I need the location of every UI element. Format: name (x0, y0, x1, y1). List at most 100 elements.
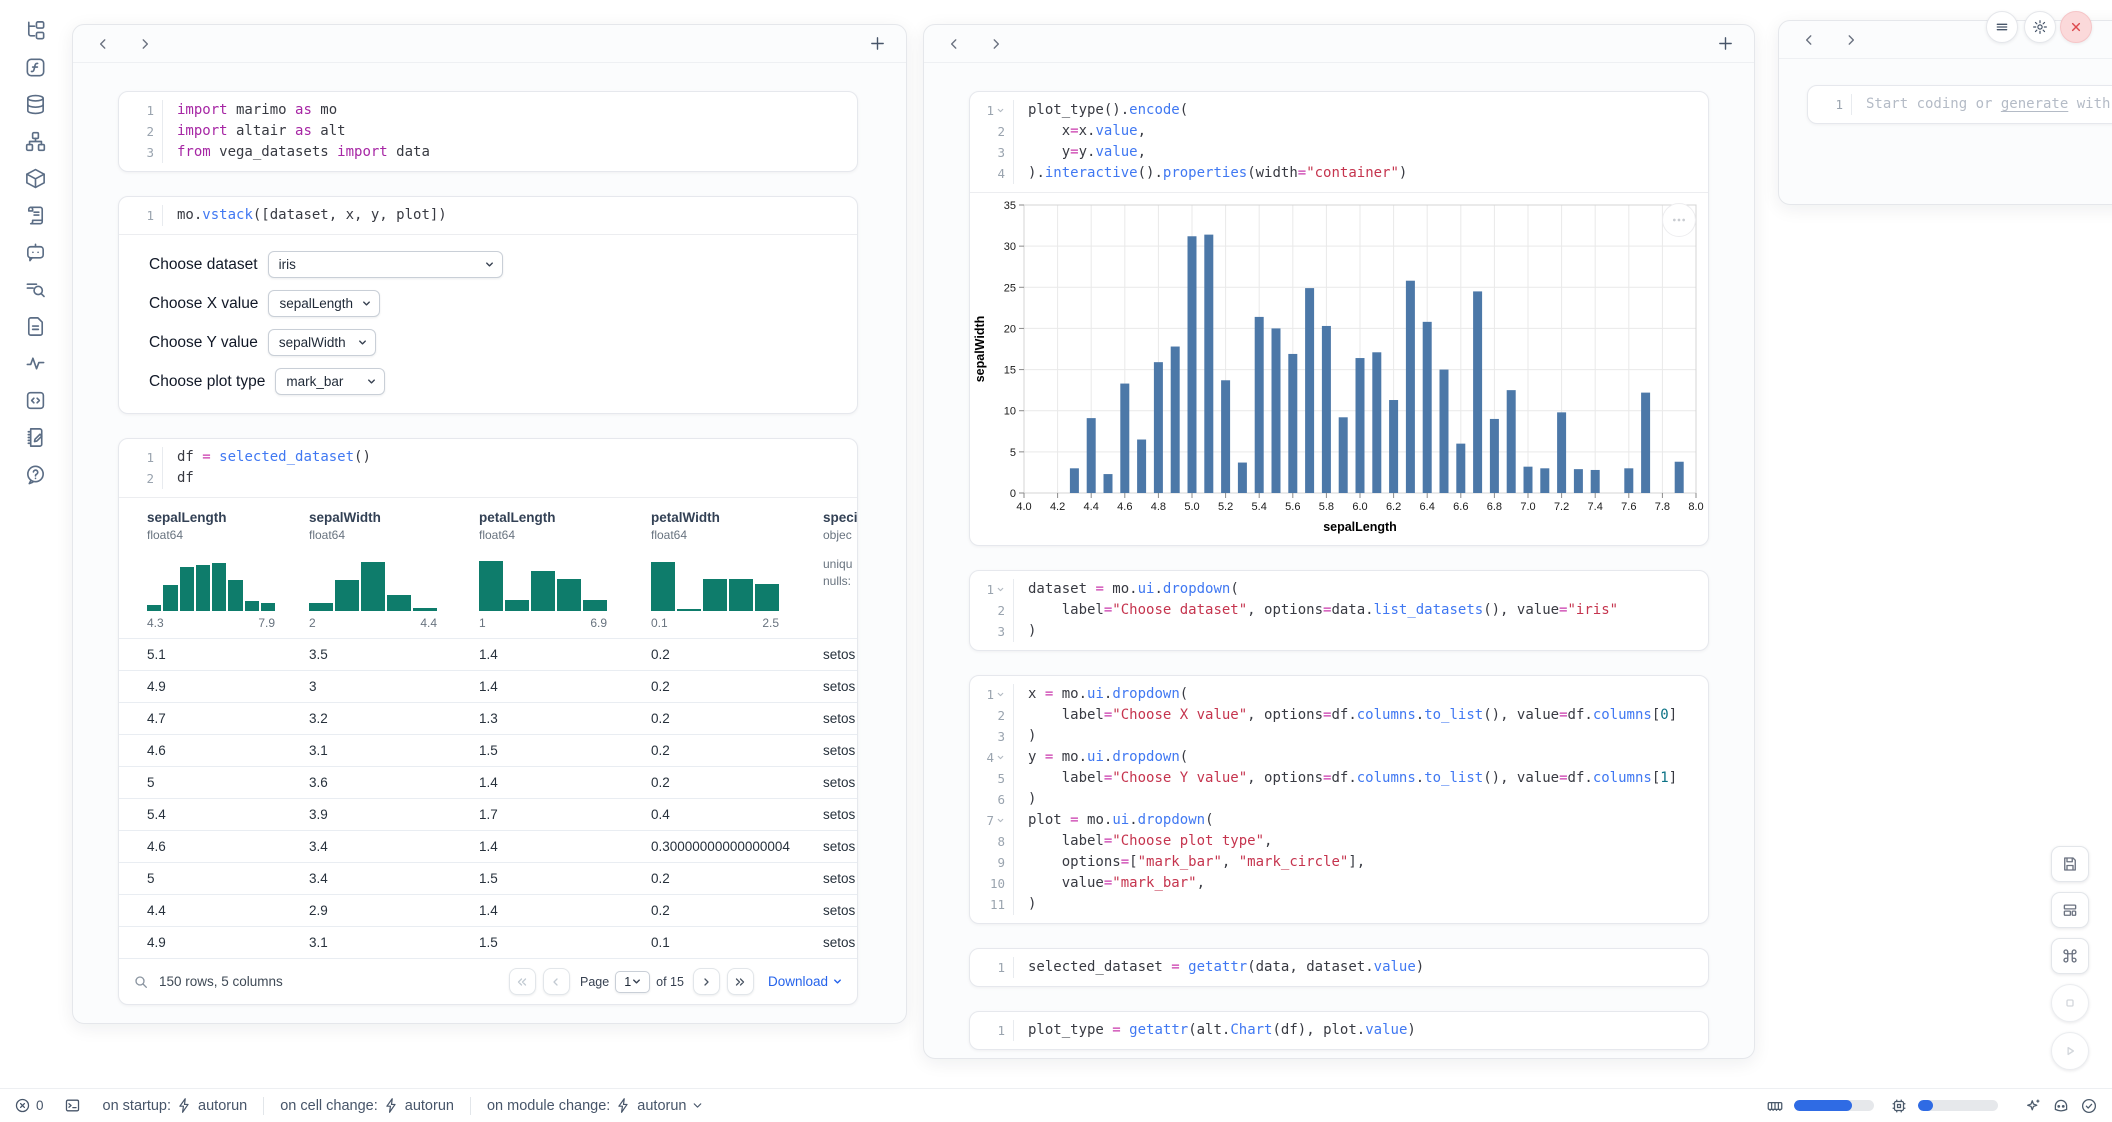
keyboard-shortcuts-button[interactable] (2051, 938, 2089, 974)
table-column-header[interactable]: petalLengthfloat6416.9 (479, 510, 651, 630)
choose-x-value-select[interactable]: sepalLength (268, 290, 380, 317)
page-select[interactable]: 1 (615, 971, 650, 993)
widgets-code[interactable]: 1x = mo.ui.dropdown(2 label="Choose X va… (970, 676, 1708, 923)
column-back-button[interactable] (940, 32, 968, 56)
selected-dataset-cell[interactable]: 1selected_dataset = getattr(data, datase… (969, 948, 1709, 987)
code-line[interactable]: 5 label="Choose Y value", options=df.col… (970, 768, 1708, 789)
code-line[interactable]: 1x = mo.ui.dropdown( (970, 684, 1708, 705)
column-histogram[interactable] (309, 555, 437, 611)
code-line[interactable]: 9 options=["mark_bar", "mark_circle"], (970, 852, 1708, 873)
runtime-config-2[interactable]: on module change:autorun (487, 1097, 705, 1114)
imports-cell[interactable]: 1import marimo as mo2import altair as al… (118, 91, 858, 172)
table-row[interactable]: 4.931.40.2setos (119, 670, 857, 702)
sidebar-help-button[interactable] (23, 462, 47, 486)
sidebar-activity-button[interactable] (23, 351, 47, 375)
last-page-button[interactable] (727, 968, 754, 995)
dataframe-cell[interactable]: 1df = selected_dataset()2df sepalLengthf… (118, 438, 858, 1005)
generate-with-ai-link[interactable]: generate (2001, 96, 2068, 112)
table-row[interactable]: 53.61.40.2setos (119, 766, 857, 798)
chart-cell[interactable]: 1plot_type().encode(2 x=x.value,3 y=y.va… (969, 91, 1709, 546)
dataframe-code[interactable]: 1df = selected_dataset()2df (119, 439, 857, 497)
copilot-button[interactable] (2052, 1097, 2070, 1115)
imports-code[interactable]: 1import marimo as mo2import altair as al… (119, 92, 857, 171)
fold-chevron-icon[interactable] (996, 585, 1005, 594)
sidebar-logs-button[interactable] (23, 203, 47, 227)
choose-dataset-select[interactable]: iris (268, 251, 503, 278)
cpu-usage-meter[interactable] (1918, 1100, 1998, 1111)
table-column-header[interactable]: speciobjecuniqunulls: (823, 510, 858, 630)
sidebar-dependency-graph-button[interactable] (23, 129, 47, 153)
table-row[interactable]: 4.73.21.30.2setos (119, 702, 857, 734)
chart-code[interactable]: 1plot_type().encode(2 x=x.value,3 y=y.va… (970, 92, 1708, 192)
previous-page-button[interactable] (543, 968, 570, 995)
next-page-button[interactable] (693, 968, 720, 995)
table-column-header[interactable]: sepalWidthfloat6424.4 (309, 510, 479, 630)
column-forward-button[interactable] (982, 32, 1010, 56)
empty-cell[interactable]: 1 Start coding or generate with (1807, 85, 2112, 124)
code-line[interactable]: 3from vega_datasets import data (119, 142, 857, 163)
table-row[interactable]: 4.63.41.40.30000000000000004setos (119, 830, 857, 862)
code-line[interactable]: 1selected_dataset = getattr(data, datase… (970, 957, 1708, 978)
runtime-config-1[interactable]: on cell change:autorun (280, 1097, 454, 1114)
code-line[interactable]: 3) (970, 621, 1708, 642)
connection-status-button[interactable] (2080, 1097, 2098, 1115)
table-row[interactable]: 5.43.91.70.4setos (119, 798, 857, 830)
save-button[interactable] (2051, 846, 2089, 882)
code-line[interactable]: 1import marimo as mo (119, 100, 857, 121)
plot-type-code[interactable]: 1plot_type = getattr(alt.Chart(df), plot… (970, 1012, 1708, 1049)
code-line[interactable]: 2 label="Choose X value", options=df.col… (970, 705, 1708, 726)
settings-button[interactable] (2024, 11, 2056, 43)
column-forward-button[interactable] (1837, 28, 1865, 52)
sidebar-search-button[interactable] (23, 277, 47, 301)
error-count-badge[interactable]: 0 (14, 1097, 44, 1114)
table-search-button[interactable] (133, 974, 149, 990)
column-back-button[interactable] (1795, 28, 1823, 52)
code-line[interactable]: 2import altair as alt (119, 121, 857, 142)
column-histogram[interactable] (479, 555, 607, 611)
widgets-cell[interactable]: 1x = mo.ui.dropdown(2 label="Choose X va… (969, 675, 1709, 924)
sidebar-snippets-button[interactable] (23, 388, 47, 412)
sidebar-document-button[interactable] (23, 314, 47, 338)
dataset-dropdown-cell[interactable]: 1dataset = mo.ui.dropdown(2 label="Choos… (969, 570, 1709, 651)
code-line[interactable]: 2 x=x.value, (970, 121, 1708, 142)
sidebar-package-button[interactable] (23, 166, 47, 190)
altair-chart[interactable]: 4.04.24.44.64.85.05.25.45.65.86.06.26.46… (970, 193, 1708, 545)
sidebar-function-button[interactable] (23, 55, 47, 79)
vstack-code[interactable]: 1mo.vstack([dataset, x, y, plot]) (119, 197, 857, 234)
vstack-cell[interactable]: 1mo.vstack([dataset, x, y, plot]) Choose… (118, 196, 858, 414)
code-line[interactable]: 2 label="Choose dataset", options=data.l… (970, 600, 1708, 621)
fold-chevron-icon[interactable] (996, 816, 1005, 825)
code-line[interactable]: 2df (119, 468, 857, 489)
chart-menu-button[interactable] (1662, 203, 1696, 237)
sidebar-scratchpad-button[interactable] (23, 425, 47, 449)
menu-button[interactable] (1986, 11, 2018, 43)
choose-plot-type-select[interactable]: mark_bar (275, 368, 385, 395)
table-column-header[interactable]: sepalLengthfloat644.37.9 (147, 510, 309, 630)
fold-chevron-icon[interactable] (996, 753, 1005, 762)
table-row[interactable]: 4.93.11.50.1setos (119, 926, 857, 958)
add-cell-button[interactable] (1712, 31, 1738, 57)
code-line[interactable]: 10 value="mark_bar", (970, 873, 1708, 894)
column-back-button[interactable] (89, 32, 117, 56)
column-histogram[interactable] (147, 555, 275, 611)
selected-dataset-code[interactable]: 1selected_dataset = getattr(data, datase… (970, 949, 1708, 986)
table-row[interactable]: 4.63.11.50.2setos (119, 734, 857, 766)
ai-assistant-button[interactable] (2024, 1097, 2042, 1115)
sidebar-file-tree-button[interactable] (23, 18, 47, 42)
code-line[interactable]: 1mo.vstack([dataset, x, y, plot]) (119, 205, 857, 226)
column-forward-button[interactable] (131, 32, 159, 56)
code-line[interactable]: 1plot_type().encode( (970, 100, 1708, 121)
download-button[interactable]: Download (768, 974, 843, 989)
code-line[interactable]: 6) (970, 789, 1708, 810)
code-line[interactable]: 4).interactive().properties(width="conta… (970, 163, 1708, 184)
table-row[interactable]: 53.41.50.2setos (119, 862, 857, 894)
sidebar-chat-bot-button[interactable] (23, 240, 47, 264)
plot-type-cell[interactable]: 1plot_type = getattr(alt.Chart(df), plot… (969, 1011, 1709, 1050)
stop-button[interactable] (2051, 984, 2089, 1022)
runtime-config-0[interactable]: on startup:autorun (103, 1097, 248, 1114)
code-line[interactable]: 1plot_type = getattr(alt.Chart(df), plot… (970, 1020, 1708, 1041)
memory-usage-meter[interactable] (1794, 1100, 1874, 1111)
code-line[interactable]: 1dataset = mo.ui.dropdown( (970, 579, 1708, 600)
sidebar-database-button[interactable] (23, 92, 47, 116)
code-line[interactable]: 3) (970, 726, 1708, 747)
